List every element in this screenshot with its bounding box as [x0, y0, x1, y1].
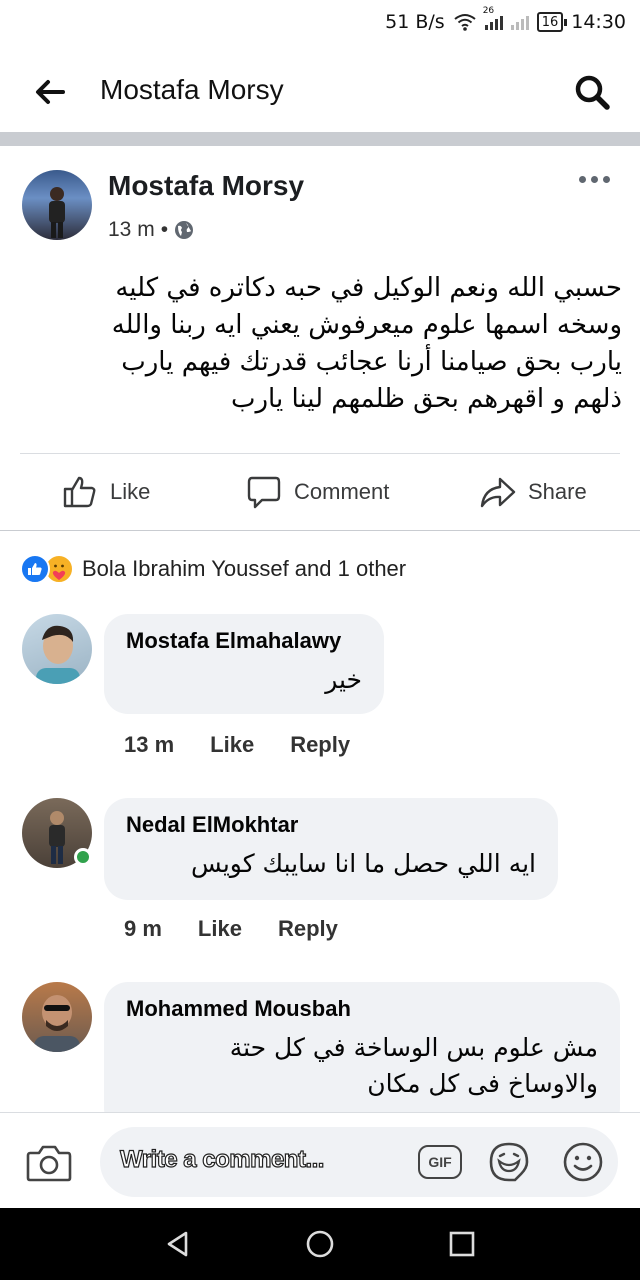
comment-meta: 9 m Like Reply — [124, 916, 338, 942]
gif-label: GIF — [428, 1154, 452, 1170]
share-button[interactable]: Share — [480, 474, 587, 510]
wifi-icon — [454, 14, 476, 31]
comment-meta: 13 m Like Reply — [124, 732, 350, 758]
comment-line: مش علوم بس الوساخة في كل حتة — [229, 1033, 598, 1062]
comment-time: 9 m — [124, 916, 162, 941]
comment-text: ايه اللي حصل ما انا سايبك كويس — [126, 846, 536, 882]
sticker-icon[interactable] — [488, 1141, 530, 1183]
back-nav-icon[interactable] — [162, 1228, 194, 1260]
comment-line: والاوساخ فى كل مكان — [367, 1069, 598, 1098]
gif-button[interactable]: GIF — [418, 1145, 462, 1179]
network-tag: 26 — [482, 6, 495, 16]
cellular-signal-2-icon — [510, 14, 529, 30]
comment-reply-link[interactable]: Reply — [278, 916, 338, 942]
commenter-avatar[interactable] — [22, 982, 92, 1052]
like-label: Like — [110, 479, 151, 504]
post-line: حسبي الله ونعم الوكيل في حبه دكاتره في ك… — [115, 273, 622, 303]
page-title: Mostafa Morsy — [100, 74, 284, 105]
emoji-icon[interactable] — [562, 1141, 604, 1183]
comment-bubble-icon — [247, 476, 281, 509]
comment-label: Comment — [294, 479, 390, 504]
comment-input[interactable]: Write a comment... GIF — [100, 1127, 618, 1197]
post-time[interactable]: 13 m — [108, 218, 155, 242]
camera-icon[interactable] — [26, 1143, 72, 1183]
app-bar: Mostafa Morsy — [0, 52, 640, 132]
battery-level: 16 — [541, 14, 559, 30]
post-header: Mostafa Morsy 13 m • — [0, 146, 640, 256]
comment-bubble[interactable]: Nedal ElMokhtar ايه اللي حصل ما انا سايب… — [104, 798, 558, 900]
commenter-avatar[interactable] — [22, 614, 92, 684]
post-body: حسبي الله ونعم الوكيل في حبه دكاتره في ك… — [20, 270, 622, 418]
cellular-signal-icon: 26 — [483, 6, 503, 30]
search-icon[interactable] — [572, 72, 612, 112]
post-actions: Like Comment Share — [0, 456, 640, 530]
comment-item: Mohammed Mousbah مش علوم بس الوساخة في ك… — [0, 982, 640, 1112]
comment-input-placeholder: Write a comment... — [119, 1145, 325, 1173]
header-divider — [0, 132, 640, 146]
comment-text: خير — [126, 662, 362, 698]
post-line: ذلهم و اقهرهم بحق ظلمهم لينا يارب — [231, 384, 622, 414]
comment-line: ايه اللي حصل ما انا سايبك كويس — [190, 849, 536, 878]
reactions-summary[interactable]: Bola Ibrahim Youssef and 1 other — [20, 554, 406, 584]
comment-reply-link[interactable]: Reply — [290, 732, 350, 758]
post-author-name[interactable]: Mostafa Morsy — [108, 170, 304, 202]
like-button[interactable]: Like — [62, 474, 150, 510]
author-avatar[interactable] — [22, 170, 92, 240]
comment-line: خير — [325, 665, 362, 694]
comment-bubble[interactable]: Mohammed Mousbah مش علوم بس الوساخة في ك… — [104, 982, 620, 1112]
comment-like-link[interactable]: Like — [210, 732, 254, 758]
more-options-icon[interactable] — [579, 176, 610, 183]
battery-icon: 16 — [536, 12, 567, 32]
reactions-text: Bola Ibrahim Youssef and 1 other — [82, 556, 407, 581]
actions-divider — [20, 453, 620, 454]
like-reaction-icon — [20, 554, 50, 584]
recents-nav-icon[interactable] — [446, 1228, 478, 1260]
meta-separator: • — [160, 218, 169, 241]
clock: 14:30 — [571, 11, 626, 33]
commenter-name[interactable]: Mostafa Elmahalawy — [126, 628, 362, 654]
online-status-badge — [74, 848, 92, 866]
system-navigation-bar — [0, 1208, 640, 1280]
post-meta: 13 m • — [108, 218, 194, 242]
status-bar: 51 B/s 26 16 14:30 — [0, 0, 640, 44]
home-nav-icon[interactable] — [304, 1228, 336, 1260]
comments-divider — [0, 530, 640, 531]
comment-text: مش علوم بس الوساخة في كل حتة والاوساخ فى… — [126, 1030, 598, 1102]
post-line: وسخه اسمها علوم ميعرفوش يعني ايه ربنا وا… — [111, 310, 622, 340]
thumbs-up-icon — [63, 476, 96, 508]
comment-time: 13 m — [124, 732, 175, 757]
comment-button[interactable]: Comment — [246, 474, 389, 510]
comment-like-link[interactable]: Like — [198, 916, 242, 942]
back-arrow-icon[interactable] — [32, 74, 68, 110]
post-line: يارب بحق صيامنا أرنا عجائب قدرتك فيهم يا… — [121, 347, 622, 377]
share-label: Share — [528, 479, 587, 504]
commenter-name[interactable]: Nedal ElMokhtar — [126, 812, 536, 838]
network-speed: 51 B/s — [385, 11, 445, 33]
comment-bubble[interactable]: Mostafa Elmahalawy خير — [104, 614, 384, 714]
share-arrow-icon — [480, 477, 516, 508]
comment-composer: Write a comment... GIF — [0, 1112, 640, 1208]
globe-icon — [175, 221, 194, 239]
commenter-name[interactable]: Mohammed Mousbah — [126, 996, 598, 1022]
